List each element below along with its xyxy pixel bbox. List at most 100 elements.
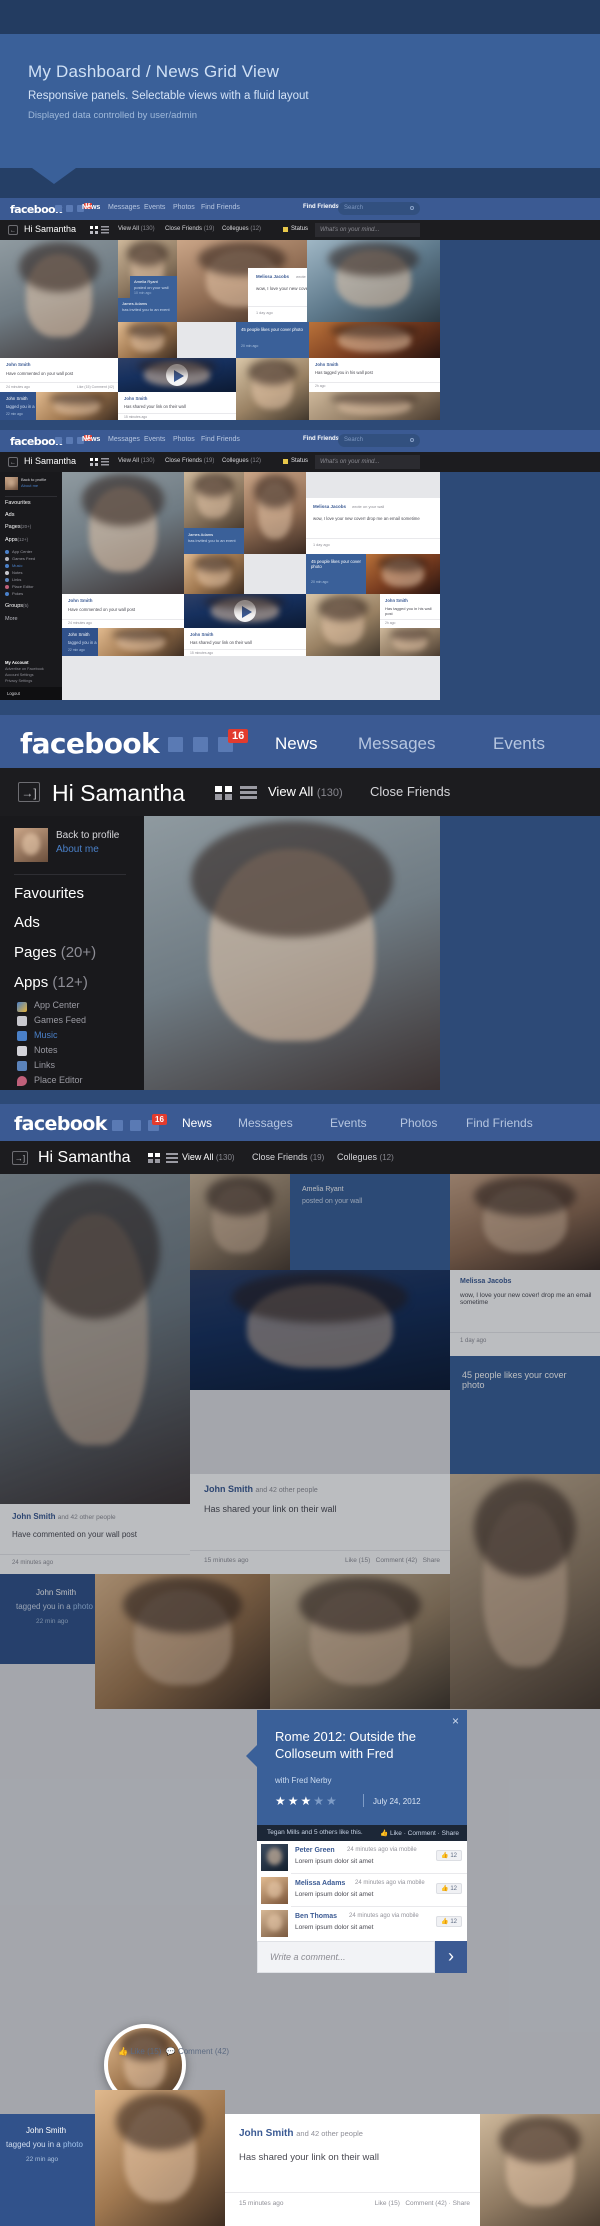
- feed-photo-2[interactable]: [184, 472, 244, 528]
- filter-close-friends[interactable]: Close Friends (19): [252, 1152, 324, 1162]
- sidebar-advertise[interactable]: Advertise on Facebook: [5, 667, 44, 671]
- nav-events[interactable]: Events: [330, 1116, 367, 1130]
- filter-view-all[interactable]: View All (130): [118, 458, 155, 464]
- feed-photo-main[interactable]: [0, 240, 118, 358]
- feed-photo-8[interactable]: [309, 392, 440, 420]
- sidebar-apps[interactable]: Apps(12+): [5, 537, 28, 543]
- close-icon[interactable]: ×: [452, 1714, 459, 1728]
- messages-icon[interactable]: [66, 437, 73, 444]
- play-button[interactable]: [234, 600, 256, 622]
- play-button[interactable]: [166, 364, 188, 386]
- nav-messages[interactable]: Messages: [358, 734, 435, 754]
- comment-likes[interactable]: 👍 12: [436, 1850, 462, 1861]
- nav-right-find-friends[interactable]: Find Friends: [303, 204, 339, 210]
- messages-icon[interactable]: [130, 1120, 141, 1131]
- nav-news[interactable]: News: [82, 204, 100, 211]
- facebook-logo[interactable]: facebook: [10, 203, 62, 216]
- avatar[interactable]: [261, 1877, 288, 1904]
- nav-news[interactable]: News: [182, 1116, 212, 1130]
- sidebar-about-link[interactable]: About me: [56, 844, 99, 855]
- sidebar-music[interactable]: Music: [34, 1030, 58, 1040]
- feed-photo-couple[interactable]: [98, 628, 184, 656]
- feed-photo-video[interactable]: [184, 594, 306, 628]
- back-icon[interactable]: →]: [12, 1151, 28, 1165]
- filter-view-all[interactable]: View All (130): [182, 1152, 235, 1162]
- feed-photo-couple[interactable]: [36, 392, 118, 420]
- bottom-card-john[interactable]: John Smith and 42 other people Has share…: [225, 2114, 480, 2226]
- sidebar-games-feed[interactable]: Games Feed: [34, 1015, 86, 1025]
- sidebar-pokes[interactable]: Pokes: [12, 591, 23, 596]
- list-view-icon[interactable]: [101, 458, 109, 466]
- view-toggle[interactable]: [215, 786, 257, 800]
- sidebar-links[interactable]: Links: [12, 577, 21, 582]
- status-label[interactable]: Status: [291, 226, 308, 232]
- feed-card-john1[interactable]: John Smith Have commented on your wall p…: [62, 594, 184, 628]
- filter-close-friends[interactable]: Close Friends: [370, 784, 450, 799]
- sidebar-links[interactable]: Links: [34, 1060, 55, 1070]
- messages-icon[interactable]: [193, 737, 208, 752]
- sidebar-apps[interactable]: Apps (12+): [14, 974, 88, 991]
- feed-card-john3[interactable]: John Smith Has tagged you in his wall po…: [309, 358, 440, 392]
- next-button[interactable]: ›: [435, 1941, 467, 1973]
- list-view-icon[interactable]: [101, 226, 109, 234]
- facebook-logo[interactable]: facebook: [20, 727, 159, 760]
- avatar[interactable]: [261, 1844, 288, 1871]
- friends-icon[interactable]: [55, 437, 62, 444]
- sidebar-app-center[interactable]: App Center: [12, 549, 32, 554]
- sidebar-ads[interactable]: Ads: [14, 914, 40, 931]
- messages-icon[interactable]: [66, 205, 73, 212]
- avatar[interactable]: [261, 1910, 288, 1937]
- feed-card-invite[interactable]: James Adams has invited you to an event: [184, 528, 244, 554]
- filter-close-friends[interactable]: Close Friends (19): [165, 458, 214, 464]
- sidebar-back-title[interactable]: Back to profile: [56, 830, 119, 841]
- filter-close-friends[interactable]: Close Friends (19): [165, 226, 214, 232]
- sidebar-more[interactable]: More: [5, 616, 18, 622]
- comment-likes[interactable]: 👍 12: [436, 1916, 462, 1927]
- feed-card-john2[interactable]: John Smith Has shared your link on their…: [118, 392, 236, 420]
- nav-photos[interactable]: Photos: [400, 1116, 437, 1130]
- nav-events[interactable]: Events: [493, 734, 545, 754]
- friends-icon[interactable]: [55, 205, 62, 212]
- friends-icon[interactable]: [112, 1120, 123, 1131]
- sidebar-music[interactable]: Music: [12, 563, 22, 568]
- grid-view-icon[interactable]: [90, 458, 98, 466]
- write-comment-input[interactable]: Write a comment...: [257, 1941, 435, 1973]
- feed-photo-6[interactable]: [309, 322, 440, 358]
- sidebar-ads[interactable]: Ads: [5, 512, 14, 518]
- status-label[interactable]: Status: [291, 458, 308, 464]
- feed-photo-3[interactable]: [118, 322, 177, 358]
- nav-right-find-friends[interactable]: Find Friends: [303, 436, 339, 442]
- search-box[interactable]: Search: [338, 434, 420, 447]
- nav-photos[interactable]: Photos: [173, 204, 195, 211]
- feed-card-john2[interactable]: John Smith Has shared your link on their…: [184, 628, 306, 656]
- likebar-actions[interactable]: 👍 Like · Comment · Share: [380, 1829, 459, 1837]
- facebook-logo[interactable]: facebook: [10, 435, 62, 448]
- sidebar-app-center[interactable]: App Center: [34, 1000, 80, 1010]
- feed-photo-main[interactable]: [62, 472, 184, 594]
- feed-card-john1[interactable]: John Smith Have commented on your wall p…: [0, 358, 118, 392]
- bottom-photo-right[interactable]: [480, 2114, 600, 2226]
- nav-photos[interactable]: Photos: [173, 436, 195, 443]
- filter-collegues[interactable]: Collegues (12): [222, 458, 261, 464]
- nav-messages[interactable]: Messages: [108, 436, 140, 443]
- bottom-photo-couple[interactable]: [95, 2090, 225, 2226]
- list-view-icon[interactable]: [240, 786, 257, 800]
- status-input[interactable]: What's on your mind...: [315, 455, 420, 469]
- sidebar-favourites[interactable]: Favourites: [5, 500, 31, 506]
- feed-card-melissa[interactable]: Melissa Jacobs wrote on your wall wow, I…: [306, 498, 440, 554]
- list-view-icon[interactable]: [166, 1153, 178, 1163]
- nav-events[interactable]: Events: [144, 204, 165, 211]
- grid-view-icon[interactable]: [215, 786, 232, 800]
- view-toggle[interactable]: [148, 1153, 178, 1163]
- sidebar-place-editor[interactable]: Place Editor: [12, 584, 34, 589]
- sidebar-about-link[interactable]: About me: [21, 483, 38, 488]
- view-toggle[interactable]: [90, 226, 109, 234]
- search-input[interactable]: Search: [344, 437, 363, 443]
- sidebar-back-title[interactable]: Back to profile: [21, 477, 46, 482]
- grid-view-icon[interactable]: [148, 1153, 160, 1163]
- feed-photo-7[interactable]: [236, 358, 309, 420]
- nav-find-friends[interactable]: Find Friends: [201, 204, 240, 211]
- nav-events[interactable]: Events: [144, 436, 165, 443]
- comment-likes[interactable]: 👍 12: [436, 1883, 462, 1894]
- feed-photo-5[interactable]: [307, 240, 440, 322]
